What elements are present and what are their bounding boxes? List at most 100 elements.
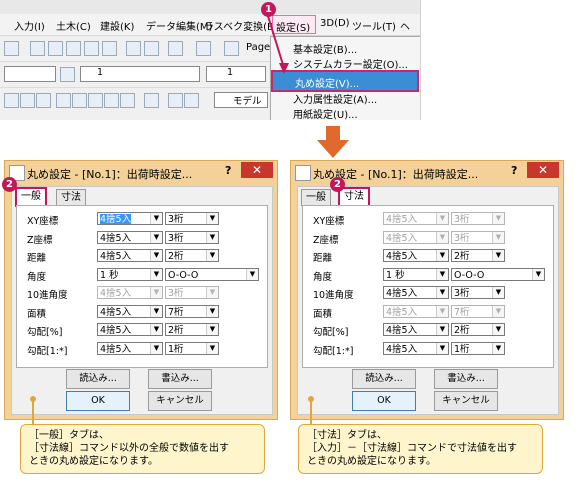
layer-color-icon[interactable]	[60, 67, 75, 82]
copy-icon[interactable]	[168, 41, 183, 56]
menu-item-rounding-label: 丸め設定(V)...	[295, 79, 360, 90]
ok-button[interactable]: OK	[352, 391, 416, 411]
print-icon[interactable]	[224, 41, 239, 56]
undo-icon[interactable]	[126, 41, 141, 56]
help-button[interactable]: ?	[225, 164, 237, 178]
pointer-arrow-icon	[267, 15, 289, 74]
dialog-titlebar[interactable]: 丸め設定 - [No.1]：出荷時設定... ? ✕	[5, 161, 277, 183]
shield-icon[interactable]	[36, 93, 51, 108]
rounding-method-select[interactable]: 4捨5入 ▼	[383, 323, 449, 336]
rounding-method-select[interactable]: 4捨5入 ▼	[97, 304, 163, 318]
setting-label: XY座標	[313, 216, 345, 227]
rounding-method-select[interactable]: 4捨5入 ▼	[97, 323, 163, 336]
rounding-method-select[interactable]: 4捨5入 ▼	[383, 230, 449, 244]
menu-civil[interactable]: 土木(C)	[56, 18, 91, 33]
cross-alt-icon[interactable]	[184, 93, 199, 108]
write-button[interactable]: 書込み...	[148, 369, 212, 389]
setting-label: Z座標	[313, 234, 339, 246]
digits-select[interactable]: 7桁 ▼	[451, 304, 505, 318]
linetype-combo[interactable]: 1	[80, 66, 200, 82]
angle-icon[interactable]	[104, 93, 119, 108]
menu-input[interactable]: 入力(I)	[14, 18, 45, 33]
zoom-icon[interactable]	[30, 41, 45, 56]
digits-select[interactable]: 3桁 ▼	[451, 212, 505, 225]
digits-select[interactable]: 3桁 ▼	[451, 286, 505, 299]
digits-select[interactable]: 3桁 ▼	[165, 212, 219, 225]
rounding-method-value: 4捨5入	[100, 214, 132, 225]
digits-select[interactable]: 7桁 ▼	[165, 304, 219, 318]
digits-select[interactable]: 3桁 ▼	[451, 230, 505, 244]
tab-dimension[interactable]: 寸法	[338, 187, 370, 207]
model-combo[interactable]: モデル	[214, 92, 268, 108]
digits-select[interactable]: 3桁 ▼	[165, 286, 219, 299]
menu-item-input-attr[interactable]: 入力属性設定(A)...	[293, 91, 377, 106]
zoom-fit-icon[interactable]	[66, 41, 81, 56]
r-icon[interactable]	[144, 93, 159, 108]
rounding-method-select[interactable]: 1 秒 ▼	[383, 267, 449, 281]
rounding-method-select[interactable]: 4捨5入 ▼	[97, 249, 163, 262]
digits-value: 3桁	[454, 214, 470, 225]
menu-tools[interactable]: ツール(T)	[352, 18, 396, 33]
layer-icon[interactable]	[102, 41, 117, 56]
tab-dimension[interactable]: 寸法	[56, 189, 86, 206]
measure-icon[interactable]	[120, 93, 135, 108]
close-button[interactable]: ✕	[241, 162, 273, 178]
digits-select[interactable]: 2桁 ▼	[165, 249, 219, 262]
rounding-method-select[interactable]: 1 秒 ▼	[97, 267, 163, 281]
menu-item-system-color[interactable]: システムカラー設定(O)...	[293, 56, 408, 71]
digits-select[interactable]: 2桁 ▼	[451, 323, 505, 336]
digits-select[interactable]: 2桁 ▼	[165, 323, 219, 336]
ok-button[interactable]: OK	[66, 391, 130, 411]
menu-item-basic-settings[interactable]: 基本設定(B)...	[293, 41, 357, 56]
point-icon[interactable]	[72, 93, 87, 108]
rounding-method-select[interactable]: 4捨5入 ▼	[383, 212, 449, 225]
tab-general[interactable]: 一般	[301, 189, 331, 206]
grid-icon[interactable]	[88, 93, 103, 108]
rounding-method-select[interactable]: 4捨5入 ▼	[383, 286, 449, 299]
rounding-method-select[interactable]: 4捨5入 ▼	[97, 286, 163, 299]
digits-select[interactable]: O-O-O ▼	[451, 267, 545, 281]
cancel-button[interactable]: キャンセル	[148, 391, 212, 411]
rounding-method-select[interactable]: 4捨5入 ▼	[383, 249, 449, 262]
snap-icon[interactable]	[4, 93, 19, 108]
setting-label: 勾配[1:*]	[27, 345, 68, 357]
frame-icon[interactable]	[56, 93, 71, 108]
digits-select[interactable]: 3桁 ▼	[165, 230, 219, 244]
menu-help[interactable]: ヘ	[400, 18, 410, 33]
digits-value: 1桁	[168, 343, 184, 355]
help-button[interactable]: ?	[511, 164, 523, 178]
bulb-icon[interactable]	[84, 41, 99, 56]
help-icon[interactable]	[4, 41, 19, 56]
write-button[interactable]: 書込み...	[434, 369, 498, 389]
digits-select[interactable]: 1桁 ▼	[165, 341, 219, 355]
redo-icon[interactable]	[144, 41, 159, 56]
cross-icon[interactable]	[168, 93, 183, 108]
layout-icon[interactable]	[196, 41, 211, 56]
digits-select[interactable]: 1桁 ▼	[451, 341, 505, 355]
chevron-down-icon: ▼	[532, 268, 544, 280]
zoom-window-icon[interactable]	[48, 41, 63, 56]
color-combo[interactable]	[4, 66, 56, 82]
menu-item-rounding-settings[interactable]: 丸め設定(V)...	[271, 70, 419, 92]
tab-general[interactable]: 一般	[15, 187, 47, 207]
read-button[interactable]: 読込み...	[352, 369, 416, 389]
digits-value: 2桁	[168, 325, 184, 336]
cancel-button[interactable]: キャンセル	[434, 391, 498, 411]
menu-data-edit[interactable]: データ編集(M)	[146, 18, 212, 33]
rounding-method-select[interactable]: 4捨5入 ▼	[97, 212, 163, 225]
close-button[interactable]: ✕	[527, 162, 559, 178]
pen-combo[interactable]: 1	[206, 66, 266, 82]
menu-item-paper[interactable]: 用紙設定(U)...	[293, 106, 358, 120]
read-button[interactable]: 読込み...	[66, 369, 130, 389]
chevron-down-icon: ▼	[150, 305, 162, 317]
rounding-method-select[interactable]: 4捨5入 ▼	[97, 341, 163, 355]
rounding-method-select[interactable]: 4捨5入 ▼	[383, 304, 449, 318]
menu-construction[interactable]: 建設(K)	[100, 18, 134, 33]
rounding-method-select[interactable]: 4捨5入 ▼	[383, 341, 449, 355]
digits-select[interactable]: 2桁 ▼	[451, 249, 505, 262]
digits-select[interactable]: O-O-O ▼	[165, 267, 259, 281]
setting-label: Z座標	[27, 234, 53, 246]
grid-snap-icon[interactable]	[20, 93, 35, 108]
menu-3d[interactable]: 3D(D)	[320, 18, 350, 29]
rounding-method-select[interactable]: 4捨5入 ▼	[97, 230, 163, 244]
